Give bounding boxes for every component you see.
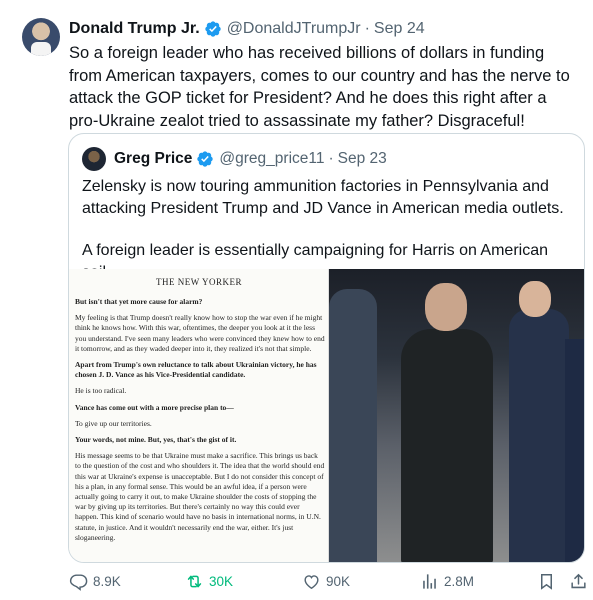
article-line: But isn't that yet more cause for alarm? (75, 297, 203, 306)
separator-dot: · (364, 20, 370, 37)
tweet-date[interactable]: Sep 24 (374, 20, 425, 38)
new-yorker-logo: THE NEW YORKER (156, 277, 242, 287)
bookmark-button[interactable] (537, 572, 561, 591)
tweet-actions-bar: 8.9K 30K 90K 2.8M (0, 566, 593, 600)
photo-figure (519, 281, 551, 317)
repost-button[interactable]: 30K (185, 572, 233, 591)
article-line: He is too radical. (75, 386, 127, 396)
quoted-author-avatar (82, 147, 106, 171)
quoted-paragraph: Zelensky is now touring ammunition facto… (82, 178, 564, 217)
article-line: Vance has come out with a more precise p… (75, 402, 234, 412)
photo-figure (329, 289, 377, 562)
views-count: 2.8M (444, 574, 475, 589)
reply-icon (69, 574, 88, 591)
author-avatar[interactable] (22, 18, 60, 56)
photo-image[interactable] (329, 269, 584, 562)
article-line: Apart from Trump's own reluctance to tal… (75, 360, 317, 380)
quoted-tweet-date: Sep 23 (337, 150, 387, 167)
photo-figure (425, 283, 467, 331)
tweet[interactable]: Donald Trump Jr. @DonaldJTrumpJr · Sep 2… (0, 0, 593, 600)
author-handle[interactable]: @DonaldJTrumpJr (227, 20, 361, 38)
bookmark-icon (540, 574, 553, 590)
article-body: But isn't that yet more cause for alarm?… (75, 297, 325, 549)
tweet-header: Donald Trump Jr. @DonaldJTrumpJr · Sep 2… (69, 17, 425, 41)
article-line: My feeling is that Trump doesn't really … (75, 313, 325, 353)
separator-dot: · (328, 150, 334, 167)
heart-icon (304, 575, 319, 590)
quoted-tweet[interactable]: Greg Price @greg_price11 · Sep 23 Zelens… (68, 133, 585, 563)
photo-figure (565, 339, 584, 562)
share-button[interactable] (569, 572, 593, 591)
author-name[interactable]: Donald Trump Jr. (69, 20, 200, 38)
photo-figure (401, 329, 493, 562)
views-button[interactable]: 2.8M (420, 572, 474, 591)
tweet-text: So a foreign leader who has received bil… (69, 44, 570, 130)
quoted-tweet-text: Zelensky is now touring ammunition facto… (82, 176, 572, 283)
quoted-tweet-header: Greg Price @greg_price11 · Sep 23 (82, 147, 387, 171)
article-line: Your words, not mine. But, yes, that's t… (75, 435, 237, 445)
repost-icon (187, 575, 202, 588)
media-gallery: THE NEW YORKER But isn't that yet more c… (69, 269, 584, 562)
like-button[interactable]: 90K (302, 572, 350, 591)
share-icon (571, 573, 586, 589)
article-screenshot-image[interactable]: THE NEW YORKER But isn't that yet more c… (69, 269, 329, 562)
quoted-author-name: Greg Price (114, 150, 193, 167)
reply-count: 8.9K (93, 574, 121, 589)
photo-figure (509, 309, 569, 562)
verified-badge-icon (204, 20, 222, 38)
article-line: His message seems to be that Ukraine mus… (75, 451, 325, 542)
reply-button[interactable]: 8.9K (69, 572, 121, 591)
views-chart-icon (423, 574, 436, 589)
quoted-author-handle: @greg_price11 (219, 150, 325, 167)
verified-badge-icon (196, 150, 214, 168)
like-count: 90K (326, 574, 351, 589)
article-line: To give up our territories. (75, 418, 152, 428)
repost-count: 30K (209, 574, 234, 589)
